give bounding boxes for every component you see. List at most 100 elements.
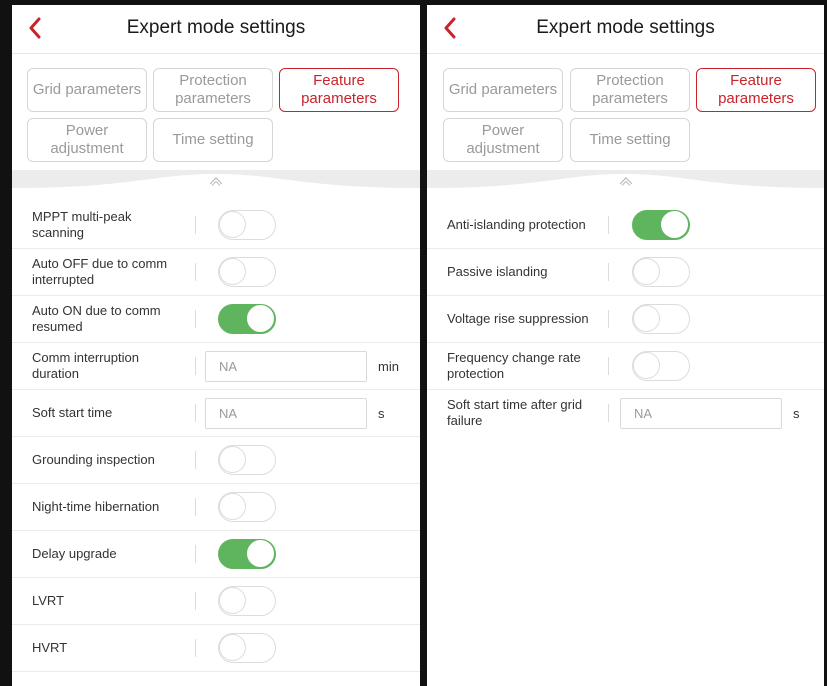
frequency-change-rate-protection-toggle[interactable] [632,351,690,381]
page-title: Expert mode settings [126,17,306,38]
divider [195,357,196,375]
voltage-rise-suppression-toggle[interactable] [632,304,690,334]
row-hvrt: HVRT [12,625,420,672]
anti-islanding-protection-toggle[interactable] [632,210,690,240]
tab-protection-parameters[interactable]: Protection parameters [570,68,690,112]
mppt-multi-peak-scanning-toggle[interactable] [218,210,276,240]
chevron-up-icon [619,177,632,186]
lvrt-toggle[interactable] [218,586,276,616]
row-label: Grounding inspection [32,452,155,467]
page-title: Expert mode settings [536,17,715,38]
tab-label: Time setting [172,131,254,148]
row-soft-start-time: Soft start time NA s [12,390,420,437]
row-label: Soft start time [32,405,113,420]
hvrt-toggle[interactable] [218,633,276,663]
chevron-up-icon [209,177,223,186]
tab-label: Feature parameters [301,72,377,107]
row-label: Soft start time after grid failure [447,397,583,428]
right-screen: Expert mode settings Grid parameters Pro… [427,5,824,686]
wave-decoration [427,174,824,202]
row-passive-islanding: Passive islanding [427,249,824,296]
settings-list: MPPT multi-peak scanning Auto OFF due to… [12,202,420,672]
tab-label: Time setting [589,131,671,148]
toggle-knob [633,305,660,332]
row-auto-on-comm-resumed: Auto ON due to comm resumed [12,296,420,343]
tab-label: Protection parameters [592,72,668,107]
tab-feature-parameters[interactable]: Feature parameters [696,68,816,112]
tab-grid-parameters[interactable]: Grid parameters [27,68,147,112]
divider [195,404,196,422]
row-label: Voltage rise suppression [447,311,589,326]
row-label: Frequency change rate protection [447,350,581,381]
auto-off-comm-interrupted-toggle[interactable] [218,257,276,287]
row-frequency-change-rate-protection: Frequency change rate protection [427,343,824,390]
divider [608,216,609,234]
divider [608,310,609,328]
tab-grid-parameters[interactable]: Grid parameters [443,68,563,112]
toggle-knob [633,258,660,285]
header: Expert mode settings [12,5,420,54]
divider [608,404,609,422]
row-lvrt: LVRT [12,578,420,625]
row-anti-islanding-protection: Anti-islanding protection [427,202,824,249]
tab-label: Power adjustment [466,122,540,157]
toggle-knob [219,587,246,614]
row-label: Passive islanding [447,264,548,279]
toggle-knob [219,211,246,238]
tab-power-adjustment[interactable]: Power adjustment [27,118,147,162]
divider [195,310,196,328]
grounding-inspection-toggle[interactable] [218,445,276,475]
comm-interruption-duration-input[interactable]: NA [205,351,367,382]
toggle-knob [219,634,246,661]
collapse-band[interactable] [12,170,420,202]
tab-power-adjustment[interactable]: Power adjustment [443,118,563,162]
tab-feature-parameters[interactable]: Feature parameters [279,68,399,112]
row-mppt-multi-peak-scanning: MPPT multi-peak scanning [12,202,420,249]
night-time-hibernation-toggle[interactable] [218,492,276,522]
tab-label: Power adjustment [50,122,124,157]
tab-bar: Grid parameters Protection parameters Fe… [427,54,824,170]
tab-time-setting[interactable]: Time setting [570,118,690,162]
unit-label: s [378,405,385,421]
row-voltage-rise-suppression: Voltage rise suppression [427,296,824,343]
unit-label: s [793,405,800,421]
toggle-knob [661,211,688,238]
tab-label: Protection parameters [175,72,251,107]
wave-decoration [12,174,420,202]
row-soft-start-time-after-grid-failure: Soft start time after grid failure NA s [427,390,824,437]
row-label: Auto OFF due to comm interrupted [32,256,168,287]
divider [195,216,196,234]
toggle-knob [247,540,274,567]
divider [195,451,196,469]
divider [195,639,196,657]
row-label: Anti-islanding protection [447,217,586,232]
soft-start-time-after-grid-failure-input[interactable]: NA [620,398,782,429]
toggle-knob [633,352,660,379]
toggle-knob [247,305,274,332]
row-label: Night-time hibernation [32,499,160,514]
divider [608,357,609,375]
soft-start-time-input[interactable]: NA [205,398,367,429]
passive-islanding-toggle[interactable] [632,257,690,287]
row-night-time-hibernation: Night-time hibernation [12,484,420,531]
toggle-knob [219,258,246,285]
left-screen: Expert mode settings Grid parameters Pro… [12,5,420,686]
row-label: HVRT [32,640,68,655]
collapse-band[interactable] [427,170,824,202]
row-label: Comm interruption duration [32,350,139,381]
unit-label: min [378,358,399,374]
auto-on-comm-resumed-toggle[interactable] [218,304,276,334]
header: Expert mode settings [427,5,824,54]
tab-label: Feature parameters [718,72,794,107]
toggle-knob [219,493,246,520]
row-label: MPPT multi-peak scanning [32,209,132,240]
divider [195,545,196,563]
tab-protection-parameters[interactable]: Protection parameters [153,68,273,112]
row-label: LVRT [32,593,65,608]
row-label: Auto ON due to comm resumed [32,303,161,334]
delay-upgrade-toggle[interactable] [218,539,276,569]
divider [195,263,196,281]
toggle-knob [219,446,246,473]
tab-time-setting[interactable]: Time setting [153,118,273,162]
row-comm-interruption-duration: Comm interruption duration NA min [12,343,420,390]
